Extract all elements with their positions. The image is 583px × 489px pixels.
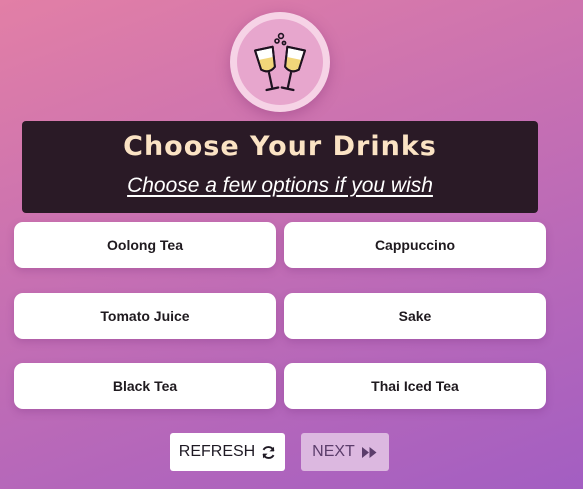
next-button-label: NEXT [312,443,355,460]
refresh-icon [262,445,275,459]
refresh-button[interactable]: REFRESH [170,433,285,471]
option-tomato-juice[interactable]: Tomato Juice [14,293,276,339]
option-sake[interactable]: Sake [284,293,546,339]
option-oolong-tea[interactable]: Oolong Tea [14,222,276,268]
next-button[interactable]: NEXT [301,433,389,471]
option-black-tea[interactable]: Black Tea [14,363,276,409]
champagne-glasses-icon [254,32,306,92]
header-panel: Choose Your Drinks Choose a few options … [22,121,538,213]
fast-forward-icon [361,446,377,458]
option-thai-iced-tea[interactable]: Thai Iced Tea [284,363,546,409]
page-subtitle: Choose a few options if you wish [127,174,433,197]
refresh-button-label: REFRESH [178,443,256,460]
page-title: Choose Your Drinks [123,131,437,162]
option-cappuccino[interactable]: Cappuccino [284,222,546,268]
logo-inner-circle [237,19,323,105]
app-logo [230,12,330,112]
